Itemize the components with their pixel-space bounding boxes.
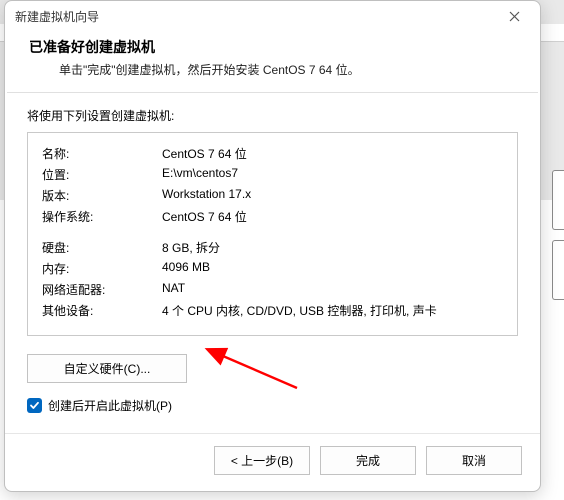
window-title: 新建虚拟机向导 [15,8,492,25]
settings-prompt: 将使用下列设置创建虚拟机: [27,107,518,124]
customize-hardware-button[interactable]: 自定义硬件(C)... [27,354,187,383]
summary-value: E:\vm\centos7 [162,164,503,185]
table-row: 名称:CentOS 7 64 位 [42,143,503,164]
wizard-subtext: 单击"完成"创建虚拟机，然后开始安装 CentOS 7 64 位。 [59,61,516,78]
summary-key: 网络适配器: [42,279,162,300]
table-row: 位置:E:\vm\centos7 [42,164,503,185]
summary-key: 名称: [42,143,162,164]
table-row: 版本:Workstation 17.x [42,185,503,206]
table-row: 操作系统:CentOS 7 64 位 [42,206,503,227]
table-row: 网络适配器:NAT [42,279,503,300]
summary-value: 4096 MB [162,258,503,279]
titlebar: 新建虚拟机向导 [5,1,540,31]
bg-side-handles [552,170,564,310]
summary-key: 版本: [42,185,162,206]
summary-value: 4 个 CPU 内核, CD/DVD, USB 控制器, 打印机, 声卡 [162,300,503,321]
checkbox-checked-icon [27,398,42,413]
wizard-body: 将使用下列设置创建虚拟机: 名称:CentOS 7 64 位位置:E:\vm\c… [5,93,540,433]
finish-button[interactable]: 完成 [320,446,416,475]
new-vm-wizard-dialog: 新建虚拟机向导 已准备好创建虚拟机 单击"完成"创建虚拟机，然后开始安装 Cen… [4,0,541,492]
close-icon [509,11,520,22]
summary-value: CentOS 7 64 位 [162,143,503,164]
summary-value: 8 GB, 拆分 [162,237,503,258]
table-row: 硬盘:8 GB, 拆分 [42,237,503,258]
wizard-heading: 已准备好创建虚拟机 [29,37,516,57]
summary-value: NAT [162,279,503,300]
summary-key: 内存: [42,258,162,279]
power-on-checkbox-row[interactable]: 创建后开启此虚拟机(P) [27,397,518,414]
close-button[interactable] [492,2,536,30]
back-button[interactable]: < 上一步(B) [214,446,310,475]
wizard-footer: < 上一步(B) 完成 取消 [5,433,540,491]
summary-box: 名称:CentOS 7 64 位位置:E:\vm\centos7版本:Works… [27,132,518,336]
summary-key: 其他设备: [42,300,162,321]
summary-value: CentOS 7 64 位 [162,206,503,227]
summary-key: 硬盘: [42,237,162,258]
summary-key: 操作系统: [42,206,162,227]
wizard-header: 已准备好创建虚拟机 单击"完成"创建虚拟机，然后开始安装 CentOS 7 64… [5,31,540,92]
summary-key: 位置: [42,164,162,185]
cancel-button[interactable]: 取消 [426,446,522,475]
customize-row: 自定义硬件(C)... [27,354,518,383]
summary-value: Workstation 17.x [162,185,503,206]
table-row: 其他设备:4 个 CPU 内核, CD/DVD, USB 控制器, 打印机, 声… [42,300,503,321]
table-row: 内存:4096 MB [42,258,503,279]
power-on-label: 创建后开启此虚拟机(P) [48,397,172,414]
summary-table: 名称:CentOS 7 64 位位置:E:\vm\centos7版本:Works… [42,143,503,321]
